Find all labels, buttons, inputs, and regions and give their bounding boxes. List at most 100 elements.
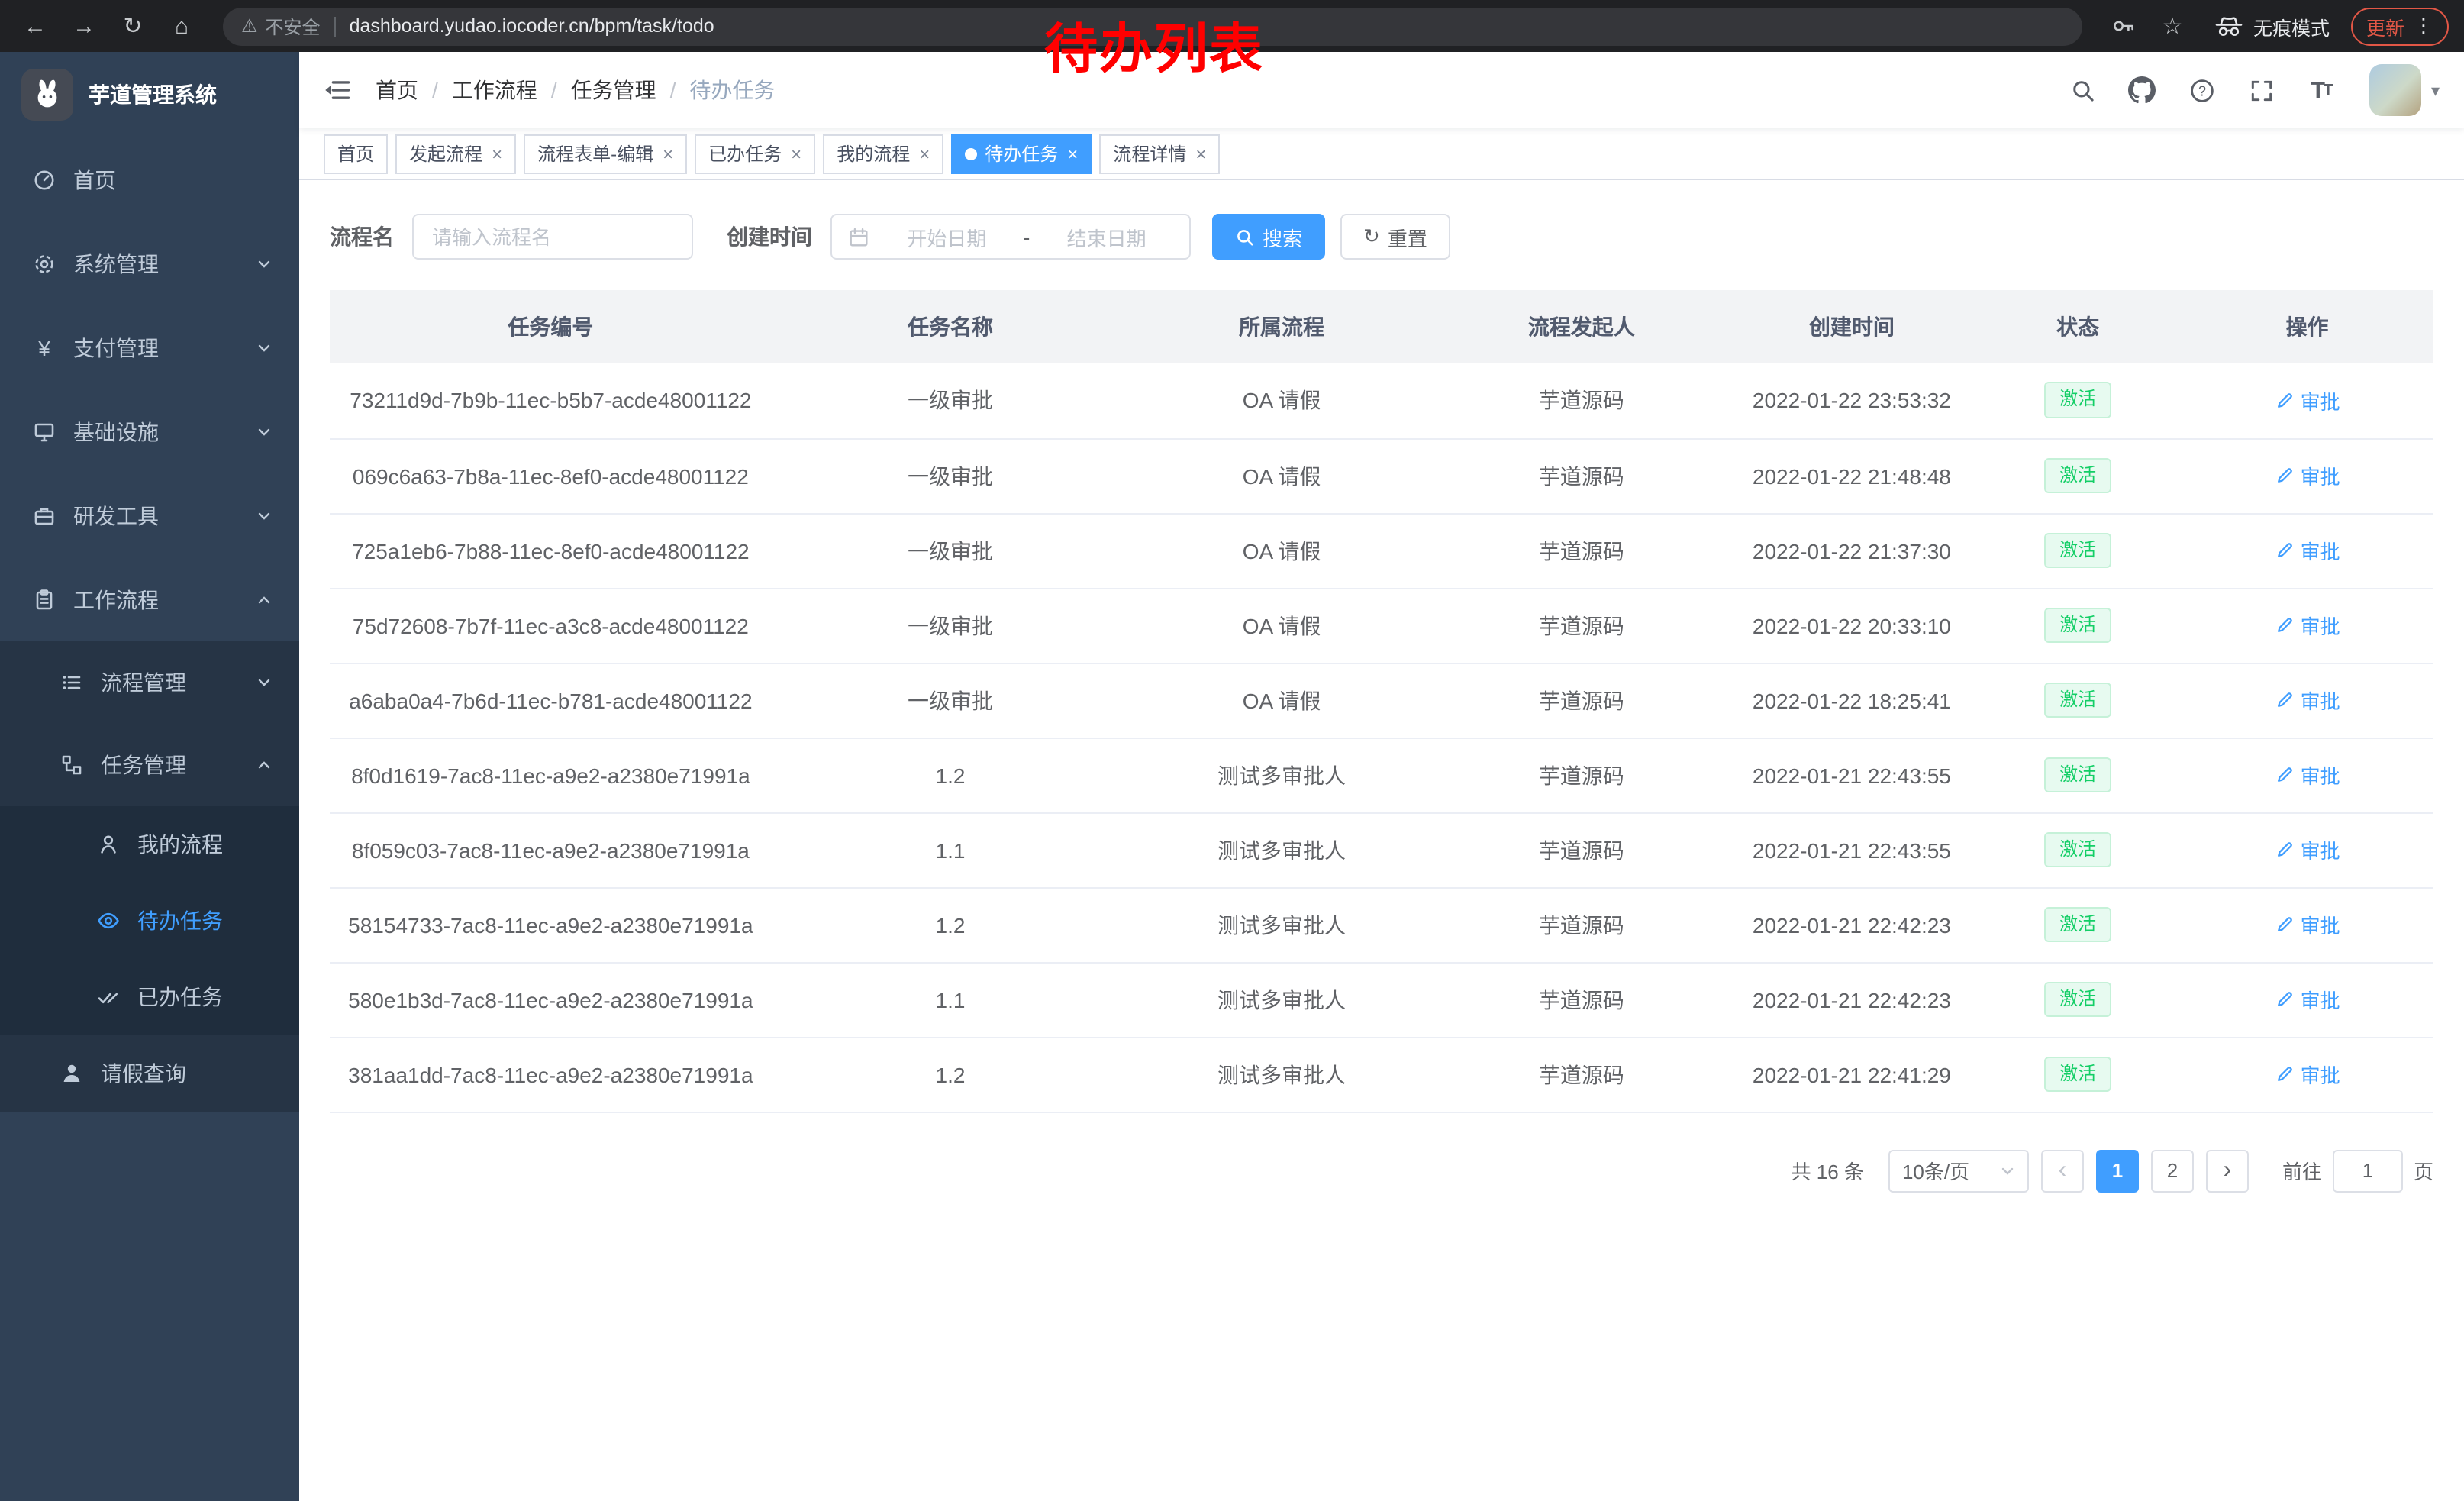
sidebar-item-task-management[interactable]: 任务管理: [0, 724, 299, 806]
close-icon[interactable]: ×: [791, 144, 801, 163]
sidebar-item-payment[interactable]: ¥ 支付管理: [0, 305, 299, 389]
breadcrumb-workflow[interactable]: 工作流程: [452, 75, 537, 105]
update-button[interactable]: 更新 ⋮: [2351, 7, 2449, 45]
user-menu[interactable]: ▾: [2370, 64, 2440, 116]
action-cell: 审批: [2181, 812, 2433, 887]
process-name-input[interactable]: [412, 214, 693, 260]
close-icon[interactable]: ×: [663, 144, 673, 163]
chevron-down-icon: [256, 256, 272, 271]
github-icon[interactable]: [2126, 73, 2159, 107]
approve-link[interactable]: 审批: [2275, 1060, 2340, 1089]
app-logo-row[interactable]: 芋道管理系统: [0, 52, 299, 137]
fullscreen-icon[interactable]: [2245, 73, 2279, 107]
breadcrumb-home[interactable]: 首页: [376, 75, 418, 105]
tab-process-detail[interactable]: 流程详情 ×: [1099, 134, 1220, 173]
task-name-cell: 一级审批: [772, 363, 1130, 438]
approve-link[interactable]: 审批: [2275, 611, 2340, 640]
key-icon[interactable]: [2104, 6, 2143, 46]
create-time-cell: 2022-01-21 22:43:55: [1729, 738, 1975, 812]
search-icon: [1235, 227, 1255, 247]
page-size-select[interactable]: 10条/页: [1888, 1149, 2029, 1192]
active-dot: [965, 147, 977, 160]
approve-link[interactable]: 审批: [2275, 536, 2340, 565]
sidebar: 芋道管理系统 首页 系统管理: [0, 52, 299, 1501]
approve-link[interactable]: 审批: [2275, 835, 2340, 864]
sidebar-item-done-tasks[interactable]: 已办任务: [0, 959, 299, 1035]
page-button-2[interactable]: 2: [2151, 1149, 2194, 1192]
status-badge: 激活: [2044, 383, 2111, 418]
browser-menu-icon[interactable]: ⋮: [2414, 14, 2433, 38]
home-icon[interactable]: ⌂: [162, 6, 202, 46]
sidebar-item-workflow[interactable]: 工作流程: [0, 557, 299, 641]
close-icon[interactable]: ×: [919, 144, 930, 163]
next-page-button[interactable]: ›: [2206, 1149, 2249, 1192]
search-icon[interactable]: [2066, 73, 2100, 107]
tab-process-form-edit[interactable]: 流程表单-编辑 ×: [524, 134, 687, 173]
approve-link[interactable]: 审批: [2275, 985, 2340, 1014]
filter-bar: 流程名 创建时间 开始日期 - 结束日期: [330, 214, 2433, 260]
sidebar-item-home[interactable]: 首页: [0, 137, 299, 221]
task-id-cell: 069c6a63-7b8a-11ec-8ef0-acde48001122: [330, 438, 772, 513]
reset-button[interactable]: ↻ 重置: [1340, 214, 1450, 260]
starter-cell: 芋道源码: [1434, 513, 1729, 588]
sidebar-collapse-icon[interactable]: [324, 76, 351, 104]
sidebar-item-devtools[interactable]: 研发工具: [0, 473, 299, 557]
task-name-cell: 1.1: [772, 962, 1130, 1037]
create-time-cell: 2022-01-22 21:37:30: [1729, 513, 1975, 588]
page-button-1[interactable]: 1: [2096, 1149, 2139, 1192]
table-row: 75d72608-7b7f-11ec-a3c8-acde48001122 一级审…: [330, 588, 2433, 663]
app-logo: [21, 69, 73, 121]
back-icon[interactable]: ←: [15, 6, 55, 46]
approve-link[interactable]: 审批: [2275, 386, 2340, 415]
breadcrumb-task-management[interactable]: 任务管理: [571, 75, 656, 105]
goto-page-input[interactable]: [2333, 1149, 2403, 1192]
tab-home[interactable]: 首页: [324, 134, 388, 173]
search-button[interactable]: 搜索: [1212, 214, 1325, 260]
status-cell: 激活: [1975, 812, 2181, 887]
starter-cell: 芋道源码: [1434, 438, 1729, 513]
sidebar-item-infrastructure[interactable]: 基础设施: [0, 389, 299, 473]
screen: ← → ↻ ⌂ ⚠ 不安全 dashboard.yudao.iocoder.cn…: [0, 0, 2464, 1501]
forward-icon[interactable]: →: [64, 6, 104, 46]
font-size-icon[interactable]: TT: [2304, 73, 2338, 107]
col-create-time: 创建时间: [1729, 290, 1975, 363]
tab-my-process[interactable]: 我的流程 ×: [823, 134, 943, 173]
create-time-cell: 2022-01-21 22:42:23: [1729, 887, 1975, 962]
approve-link[interactable]: 审批: [2275, 686, 2340, 715]
avatar[interactable]: [2370, 64, 2422, 116]
sidebar-item-process-management[interactable]: 流程管理: [0, 641, 299, 724]
approve-link[interactable]: 审批: [2275, 461, 2340, 490]
process-cell: 测试多审批人: [1129, 887, 1434, 962]
help-icon[interactable]: ?: [2185, 73, 2219, 107]
sidebar-item-my-process[interactable]: 我的流程: [0, 806, 299, 883]
process-name-label: 流程名: [330, 221, 394, 252]
bookmark-star-icon[interactable]: ☆: [2153, 6, 2192, 46]
task-id-cell: 73211d9d-7b9b-11ec-b5b7-acde48001122: [330, 363, 772, 438]
approve-link[interactable]: 审批: [2275, 910, 2340, 939]
action-cell: 审批: [2181, 363, 2433, 438]
status-badge: 激活: [2044, 757, 2111, 792]
prev-page-button[interactable]: ‹: [2041, 1149, 2084, 1192]
close-icon[interactable]: ×: [1195, 144, 1206, 163]
reload-icon[interactable]: ↻: [113, 6, 153, 46]
col-process: 所属流程: [1129, 290, 1434, 363]
close-icon[interactable]: ×: [492, 144, 502, 163]
create-time-cell: 2022-01-21 22:41:29: [1729, 1037, 1975, 1112]
tab-done-tasks[interactable]: 已办任务 ×: [695, 134, 815, 173]
date-range-picker[interactable]: 开始日期 - 结束日期: [830, 214, 1191, 260]
edit-icon: [2275, 915, 2295, 934]
tab-todo-tasks[interactable]: 待办任务 ×: [951, 134, 1092, 173]
table-row: 73211d9d-7b9b-11ec-b5b7-acde48001122 一级审…: [330, 363, 2433, 438]
sidebar-item-system[interactable]: 系统管理: [0, 221, 299, 305]
chevron-down-icon: [256, 340, 272, 355]
table-row: 381aa1dd-7ac8-11ec-a9e2-a2380e71991a 1.2…: [330, 1037, 2433, 1112]
create-time-cell: 2022-01-22 20:33:10: [1729, 588, 1975, 663]
status-cell: 激活: [1975, 962, 2181, 1037]
sidebar-item-todo-tasks[interactable]: 待办任务: [0, 883, 299, 959]
close-icon[interactable]: ×: [1067, 144, 1078, 163]
tab-start-process[interactable]: 发起流程 ×: [395, 134, 516, 173]
edit-icon: [2275, 541, 2295, 560]
approve-link[interactable]: 审批: [2275, 760, 2340, 789]
sidebar-item-leave-query[interactable]: 请假查询: [0, 1035, 299, 1112]
update-label: 更新: [2366, 11, 2404, 40]
